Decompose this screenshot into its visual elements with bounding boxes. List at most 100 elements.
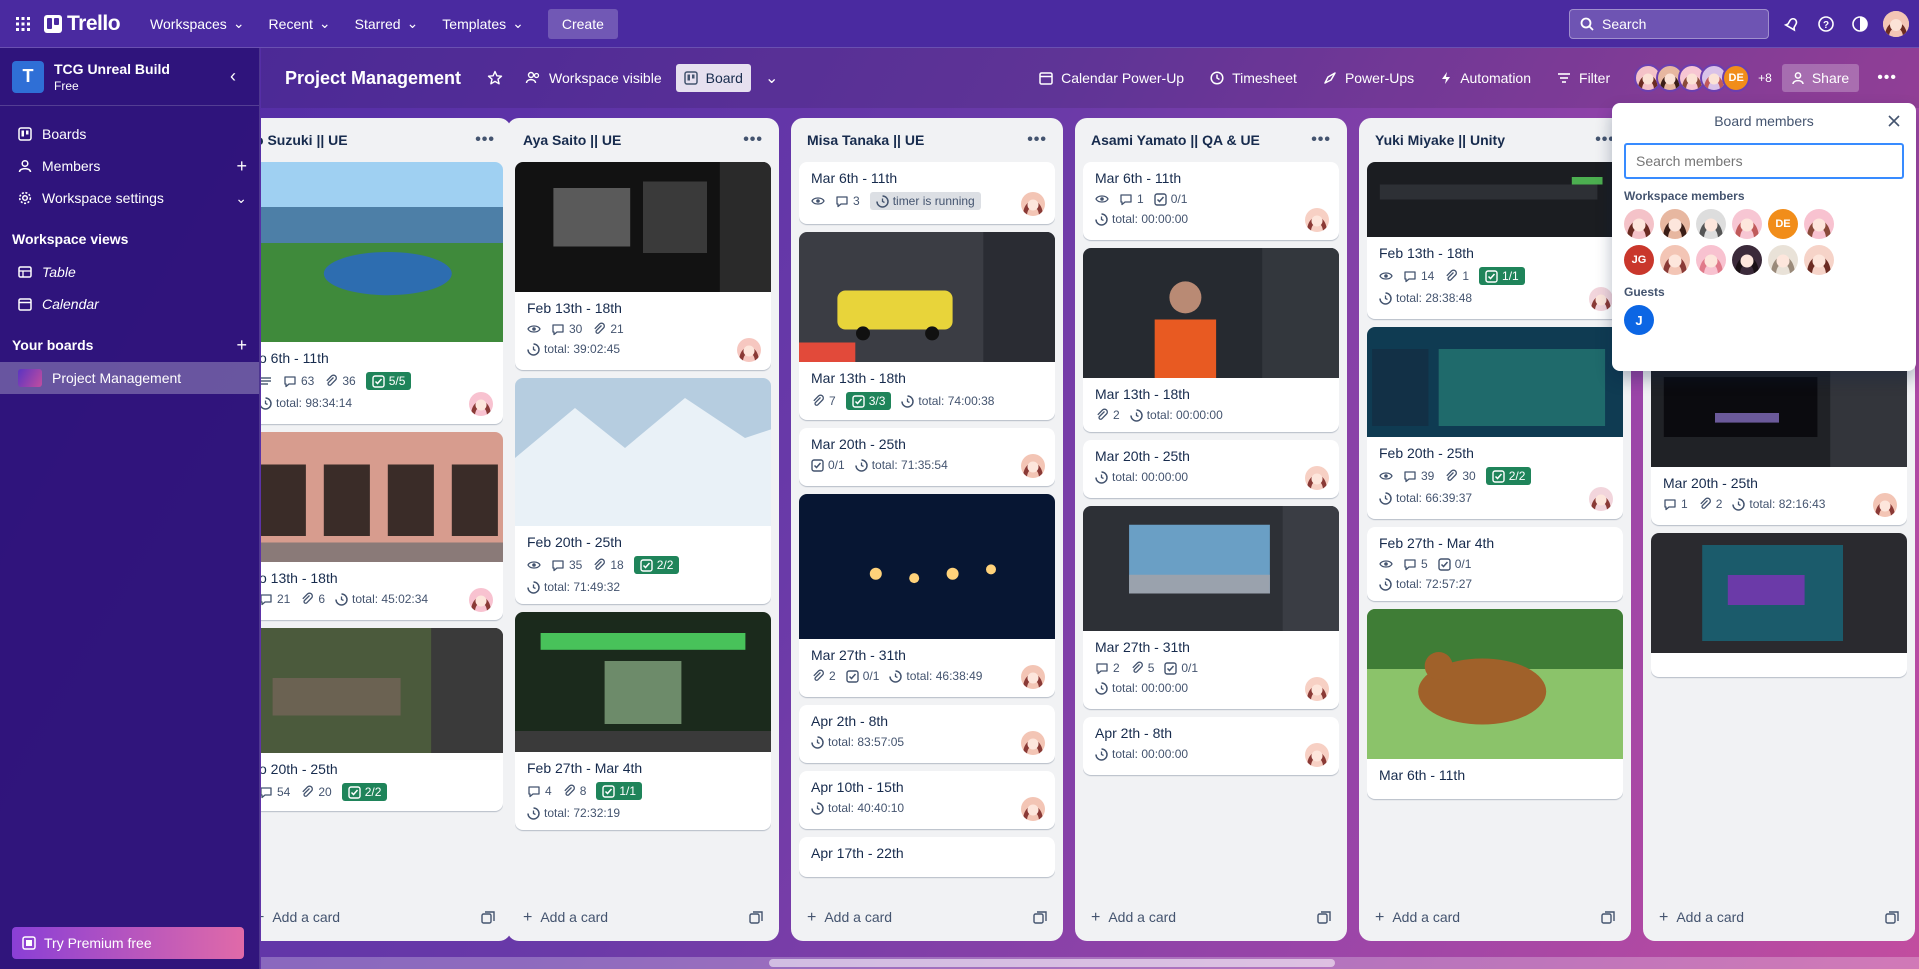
sidebar-item-workspace-settings[interactable]: Workspace settings ⌄ — [0, 182, 259, 214]
card[interactable]: o 6th - 11th 63 36 5/5 total: 98:34:14 — [261, 162, 503, 424]
card[interactable]: Mar 20th - 25th 1 2 total: 82:16:43 — [1651, 347, 1907, 525]
card[interactable]: Apr 2th - 8th total: 83:57:05 — [799, 705, 1055, 763]
card-member-avatar[interactable] — [1305, 466, 1329, 490]
card-member-avatar[interactable] — [1589, 287, 1613, 311]
horizontal-scrollbar[interactable] — [261, 957, 1919, 969]
member-avatar[interactable] — [1660, 209, 1690, 239]
card[interactable]: Apr 2th - 8th total: 00:00:00 — [1083, 717, 1339, 775]
guest-avatar[interactable]: J — [1624, 305, 1654, 335]
visibility-button[interactable]: Workspace visible — [517, 64, 670, 92]
card[interactable]: Mar 20th - 25th total: 00:00:00 — [1083, 440, 1339, 498]
card-template-icon[interactable] — [481, 911, 495, 925]
add-card-button[interactable]: + Add a card — [1375, 909, 1460, 927]
member-avatar[interactable] — [1660, 245, 1690, 275]
card-member-avatar[interactable] — [1305, 208, 1329, 232]
sidebar-item-table[interactable]: Table — [0, 256, 259, 288]
list-menu-icon[interactable]: ••• — [1311, 131, 1331, 149]
share-button[interactable]: Share — [1781, 64, 1860, 92]
card-member-avatar[interactable] — [469, 588, 493, 612]
card[interactable]: Feb 20th - 25th 35 18 2/2 total: 71:49:32 — [515, 378, 771, 604]
more-members-count[interactable]: +8 — [1758, 71, 1772, 85]
list-menu-icon[interactable]: ••• — [743, 131, 763, 149]
workspace-name[interactable]: TCG Unreal Build — [54, 61, 170, 77]
card-member-avatar[interactable] — [1589, 487, 1613, 511]
sidebar-item-boards[interactable]: Boards — [0, 118, 259, 150]
timesheet-button[interactable]: Timesheet — [1202, 64, 1305, 92]
card[interactable]: Feb 20th - 25th 39 30 2/2 total: 66:39:37 — [1367, 327, 1623, 519]
card-template-icon[interactable] — [1601, 911, 1615, 925]
help-icon[interactable]: ? — [1815, 13, 1837, 35]
card[interactable]: o 13th - 18th 21 6 total: 45:02:34 — [261, 432, 503, 620]
card-member-avatar[interactable] — [1021, 797, 1045, 821]
member-avatar[interactable] — [1696, 209, 1726, 239]
member-avatar-initials[interactable]: DE — [1722, 64, 1751, 92]
trello-logo[interactable]: Trello — [44, 12, 121, 36]
list-header[interactable]: Yuki Miyake || Unity ••• — [1367, 118, 1623, 162]
member-avatar-initials[interactable]: JG — [1624, 245, 1654, 275]
list-menu-icon[interactable]: ••• — [1027, 131, 1047, 149]
board-members-avatars[interactable]: DE — [1634, 64, 1751, 92]
menu-recent[interactable]: Recent ⌄ — [259, 9, 341, 38]
powerups-button[interactable]: Power-Ups — [1315, 64, 1422, 92]
card-member-avatar[interactable] — [469, 392, 493, 416]
card-member-avatar[interactable] — [1021, 731, 1045, 755]
member-avatar[interactable] — [1732, 209, 1762, 239]
list-header[interactable]: Asami Yamato || QA & UE ••• — [1083, 118, 1339, 162]
card-template-icon[interactable] — [1317, 911, 1331, 925]
close-icon[interactable] — [1884, 111, 1904, 131]
card[interactable]: Mar 13th - 18th 7 3/3 total: 74:00:38 — [799, 232, 1055, 420]
app-switcher-icon[interactable] — [10, 11, 36, 37]
card[interactable]: Apr 17th - 22th — [799, 837, 1055, 877]
card-member-avatar[interactable] — [737, 338, 761, 362]
card[interactable]: Mar 27th - 31th 2 0/1 total: 46:38:49 — [799, 494, 1055, 697]
card[interactable]: Mar 20th - 25th 0/1 total: 71:35:54 — [799, 428, 1055, 486]
filter-button[interactable]: Filter — [1549, 64, 1618, 92]
list-header[interactable]: Misa Tanaka || UE ••• — [799, 118, 1055, 162]
card-template-icon[interactable] — [1885, 911, 1899, 925]
member-avatar-initials[interactable]: DE — [1768, 209, 1798, 239]
card[interactable]: Mar 6th - 11th 1 0/1 total: 00:00:00 — [1083, 162, 1339, 240]
card[interactable]: o 20th - 25th 54 20 2/2 — [261, 628, 503, 811]
card-member-avatar[interactable] — [1305, 743, 1329, 767]
sidebar-item-members[interactable]: Members + — [0, 150, 259, 182]
card[interactable]: Mar 6th - 11th 3 timer is running — [799, 162, 1055, 224]
card[interactable]: Feb 13th - 18th 14 1 1/1 total: 28:38:48 — [1367, 162, 1623, 319]
list-title[interactable]: Yuki Miyake || Unity — [1375, 132, 1505, 148]
scrollbar-thumb[interactable] — [769, 959, 1335, 967]
member-avatar[interactable] — [1804, 209, 1834, 239]
board-title[interactable]: Project Management — [285, 68, 461, 89]
card[interactable] — [1651, 533, 1907, 677]
card[interactable]: Mar 13th - 18th 2 total: 00:00:00 — [1083, 248, 1339, 432]
create-button[interactable]: Create — [547, 8, 618, 39]
card-member-avatar[interactable] — [1305, 677, 1329, 701]
card[interactable]: Mar 6th - 11th — [1367, 609, 1623, 799]
list-title[interactable]: Aya Saito || UE — [523, 132, 621, 148]
card-template-icon[interactable] — [749, 911, 763, 925]
search-members-input[interactable] — [1624, 143, 1904, 179]
card-member-avatar[interactable] — [1873, 493, 1897, 517]
card-member-avatar[interactable] — [1021, 454, 1045, 478]
try-premium-button[interactable]: Try Premium free — [12, 927, 244, 959]
theme-toggle-icon[interactable] — [1849, 13, 1871, 35]
board-menu-button[interactable]: ••• — [1869, 63, 1905, 93]
card[interactable]: Feb 27th - Mar 4th 4 8 1/1 total: 72:32:19 — [515, 612, 771, 830]
add-card-button[interactable]: + Add a card — [1091, 909, 1176, 927]
notifications-icon[interactable] — [1781, 13, 1803, 35]
account-avatar[interactable] — [1883, 10, 1909, 37]
calendar-powerup-button[interactable]: Calendar Power-Up — [1031, 64, 1192, 92]
sidebar-board-project-management[interactable]: Project Management — [0, 362, 259, 394]
member-avatar[interactable] — [1732, 245, 1762, 275]
list-header[interactable]: Aya Saito || UE ••• — [515, 118, 771, 162]
collapse-sidebar-button[interactable]: ‹ — [219, 63, 247, 91]
list-header[interactable]: o Suzuki || UE ••• — [261, 118, 503, 162]
card-member-avatar[interactable] — [1021, 665, 1045, 689]
card[interactable]: Mar 27th - 31th 2 5 0/1 total: 00:00:00 — [1083, 506, 1339, 709]
member-avatar[interactable] — [1768, 245, 1798, 275]
card-member-avatar[interactable] — [1021, 192, 1045, 216]
view-switcher-button[interactable]: ⌄ — [757, 62, 786, 94]
card[interactable]: Feb 27th - Mar 4th 5 0/1 total: 72:57:27 — [1367, 527, 1623, 601]
card[interactable]: Feb 13th - 18th 30 21 total: 39:02:45 — [515, 162, 771, 370]
list-title[interactable]: Misa Tanaka || UE — [807, 132, 924, 148]
star-board-button[interactable] — [479, 64, 511, 92]
search-box[interactable] — [1569, 8, 1769, 39]
